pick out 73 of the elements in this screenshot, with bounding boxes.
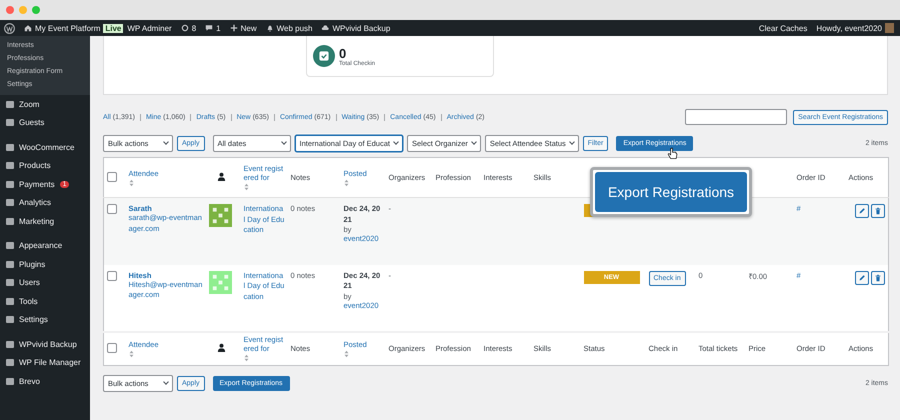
pencil-icon xyxy=(858,207,866,215)
row-checkbox[interactable] xyxy=(107,204,117,214)
delete-button[interactable] xyxy=(871,270,885,284)
menu-icon xyxy=(6,316,14,324)
edit-button[interactable] xyxy=(855,270,869,284)
plus-icon xyxy=(230,24,238,32)
sidebar-item[interactable]: Analytics xyxy=(19,198,52,208)
sort-icon[interactable] xyxy=(244,354,248,362)
trash-icon xyxy=(874,207,882,215)
zoom-icon[interactable] xyxy=(32,6,40,14)
pencil-icon xyxy=(858,274,866,282)
menu-icon xyxy=(6,242,14,250)
menu-icon xyxy=(6,199,14,206)
menu-icon xyxy=(6,218,14,225)
live-badge: Live xyxy=(103,24,124,32)
menu-icon xyxy=(6,162,14,170)
sort-icon[interactable] xyxy=(128,178,134,186)
menu-icon xyxy=(6,100,14,108)
sidebar-item[interactable]: Guests xyxy=(19,118,44,128)
bell-icon xyxy=(266,24,274,32)
menu-icon xyxy=(6,144,14,151)
sidebar-item[interactable]: WPvivid Backup xyxy=(19,340,77,349)
menu-icon xyxy=(6,298,14,305)
person-icon xyxy=(216,343,226,352)
refresh-icon xyxy=(180,24,189,32)
sidebar-item[interactable]: Zoom xyxy=(19,100,40,109)
delete-button[interactable] xyxy=(871,204,885,218)
checkbox-check-icon xyxy=(313,45,335,67)
sidebar-item[interactable]: Brevo xyxy=(19,376,40,386)
menu-icon xyxy=(6,260,14,268)
sidebar-item[interactable]: Payments xyxy=(19,180,55,189)
row-checkbox[interactable] xyxy=(107,270,117,280)
updates-count[interactable]: 8 xyxy=(192,24,196,32)
site-name-link[interactable]: My Event Platform xyxy=(35,24,100,32)
adminer-link[interactable]: WP Adminer xyxy=(127,24,172,32)
sidebar-item[interactable]: Marketing xyxy=(19,216,54,226)
sidebar-item[interactable]: Settings xyxy=(19,315,48,324)
edit-button[interactable] xyxy=(855,204,869,218)
search-field[interactable] xyxy=(685,109,788,125)
select-all-checkbox[interactable] xyxy=(107,172,117,182)
sidebar-item[interactable]: Plugins xyxy=(19,260,46,269)
backup-link[interactable]: WPvivid Backup xyxy=(332,24,390,32)
wordpress-logo-icon[interactable] xyxy=(4,22,15,34)
select-all-checkbox[interactable] xyxy=(107,342,117,353)
menu-icon xyxy=(6,119,14,126)
menu-icon xyxy=(6,378,14,385)
stat-value: 0 xyxy=(339,46,348,60)
sort-icon[interactable] xyxy=(344,178,348,186)
menu-icon xyxy=(6,279,14,286)
cloud-icon xyxy=(321,24,330,32)
sidebar-item[interactable]: Tools xyxy=(19,296,38,306)
sort-icon[interactable] xyxy=(344,350,348,358)
sidebar-item[interactable]: WooCommerce xyxy=(19,142,74,152)
comments-count[interactable]: 1 xyxy=(216,24,221,32)
comment-icon xyxy=(205,24,214,32)
trash-icon xyxy=(874,274,882,282)
sort-icon[interactable] xyxy=(244,183,248,191)
menu-icon xyxy=(6,359,14,366)
sidebar-item[interactable]: Appearance xyxy=(19,241,62,250)
sidebar-item[interactable]: WP File Manager xyxy=(19,358,81,368)
export-registrations-button[interactable]: Export Registrations xyxy=(595,172,747,212)
sort-icon[interactable] xyxy=(128,350,134,358)
new-link[interactable]: New xyxy=(240,24,257,32)
clear-caches-link[interactable]: Clear Caches xyxy=(758,24,808,32)
sidebar-item[interactable]: Products xyxy=(19,161,51,170)
howdy-link[interactable]: Howdy, event2020 xyxy=(816,24,882,32)
person-icon xyxy=(216,172,226,181)
menu-icon xyxy=(6,340,14,348)
web-push-link[interactable]: Web push xyxy=(276,24,312,32)
sidebar-item[interactable]: Users xyxy=(19,278,40,288)
home-icon xyxy=(24,24,32,32)
close-icon[interactable] xyxy=(6,6,14,14)
menu-icon xyxy=(6,180,14,188)
